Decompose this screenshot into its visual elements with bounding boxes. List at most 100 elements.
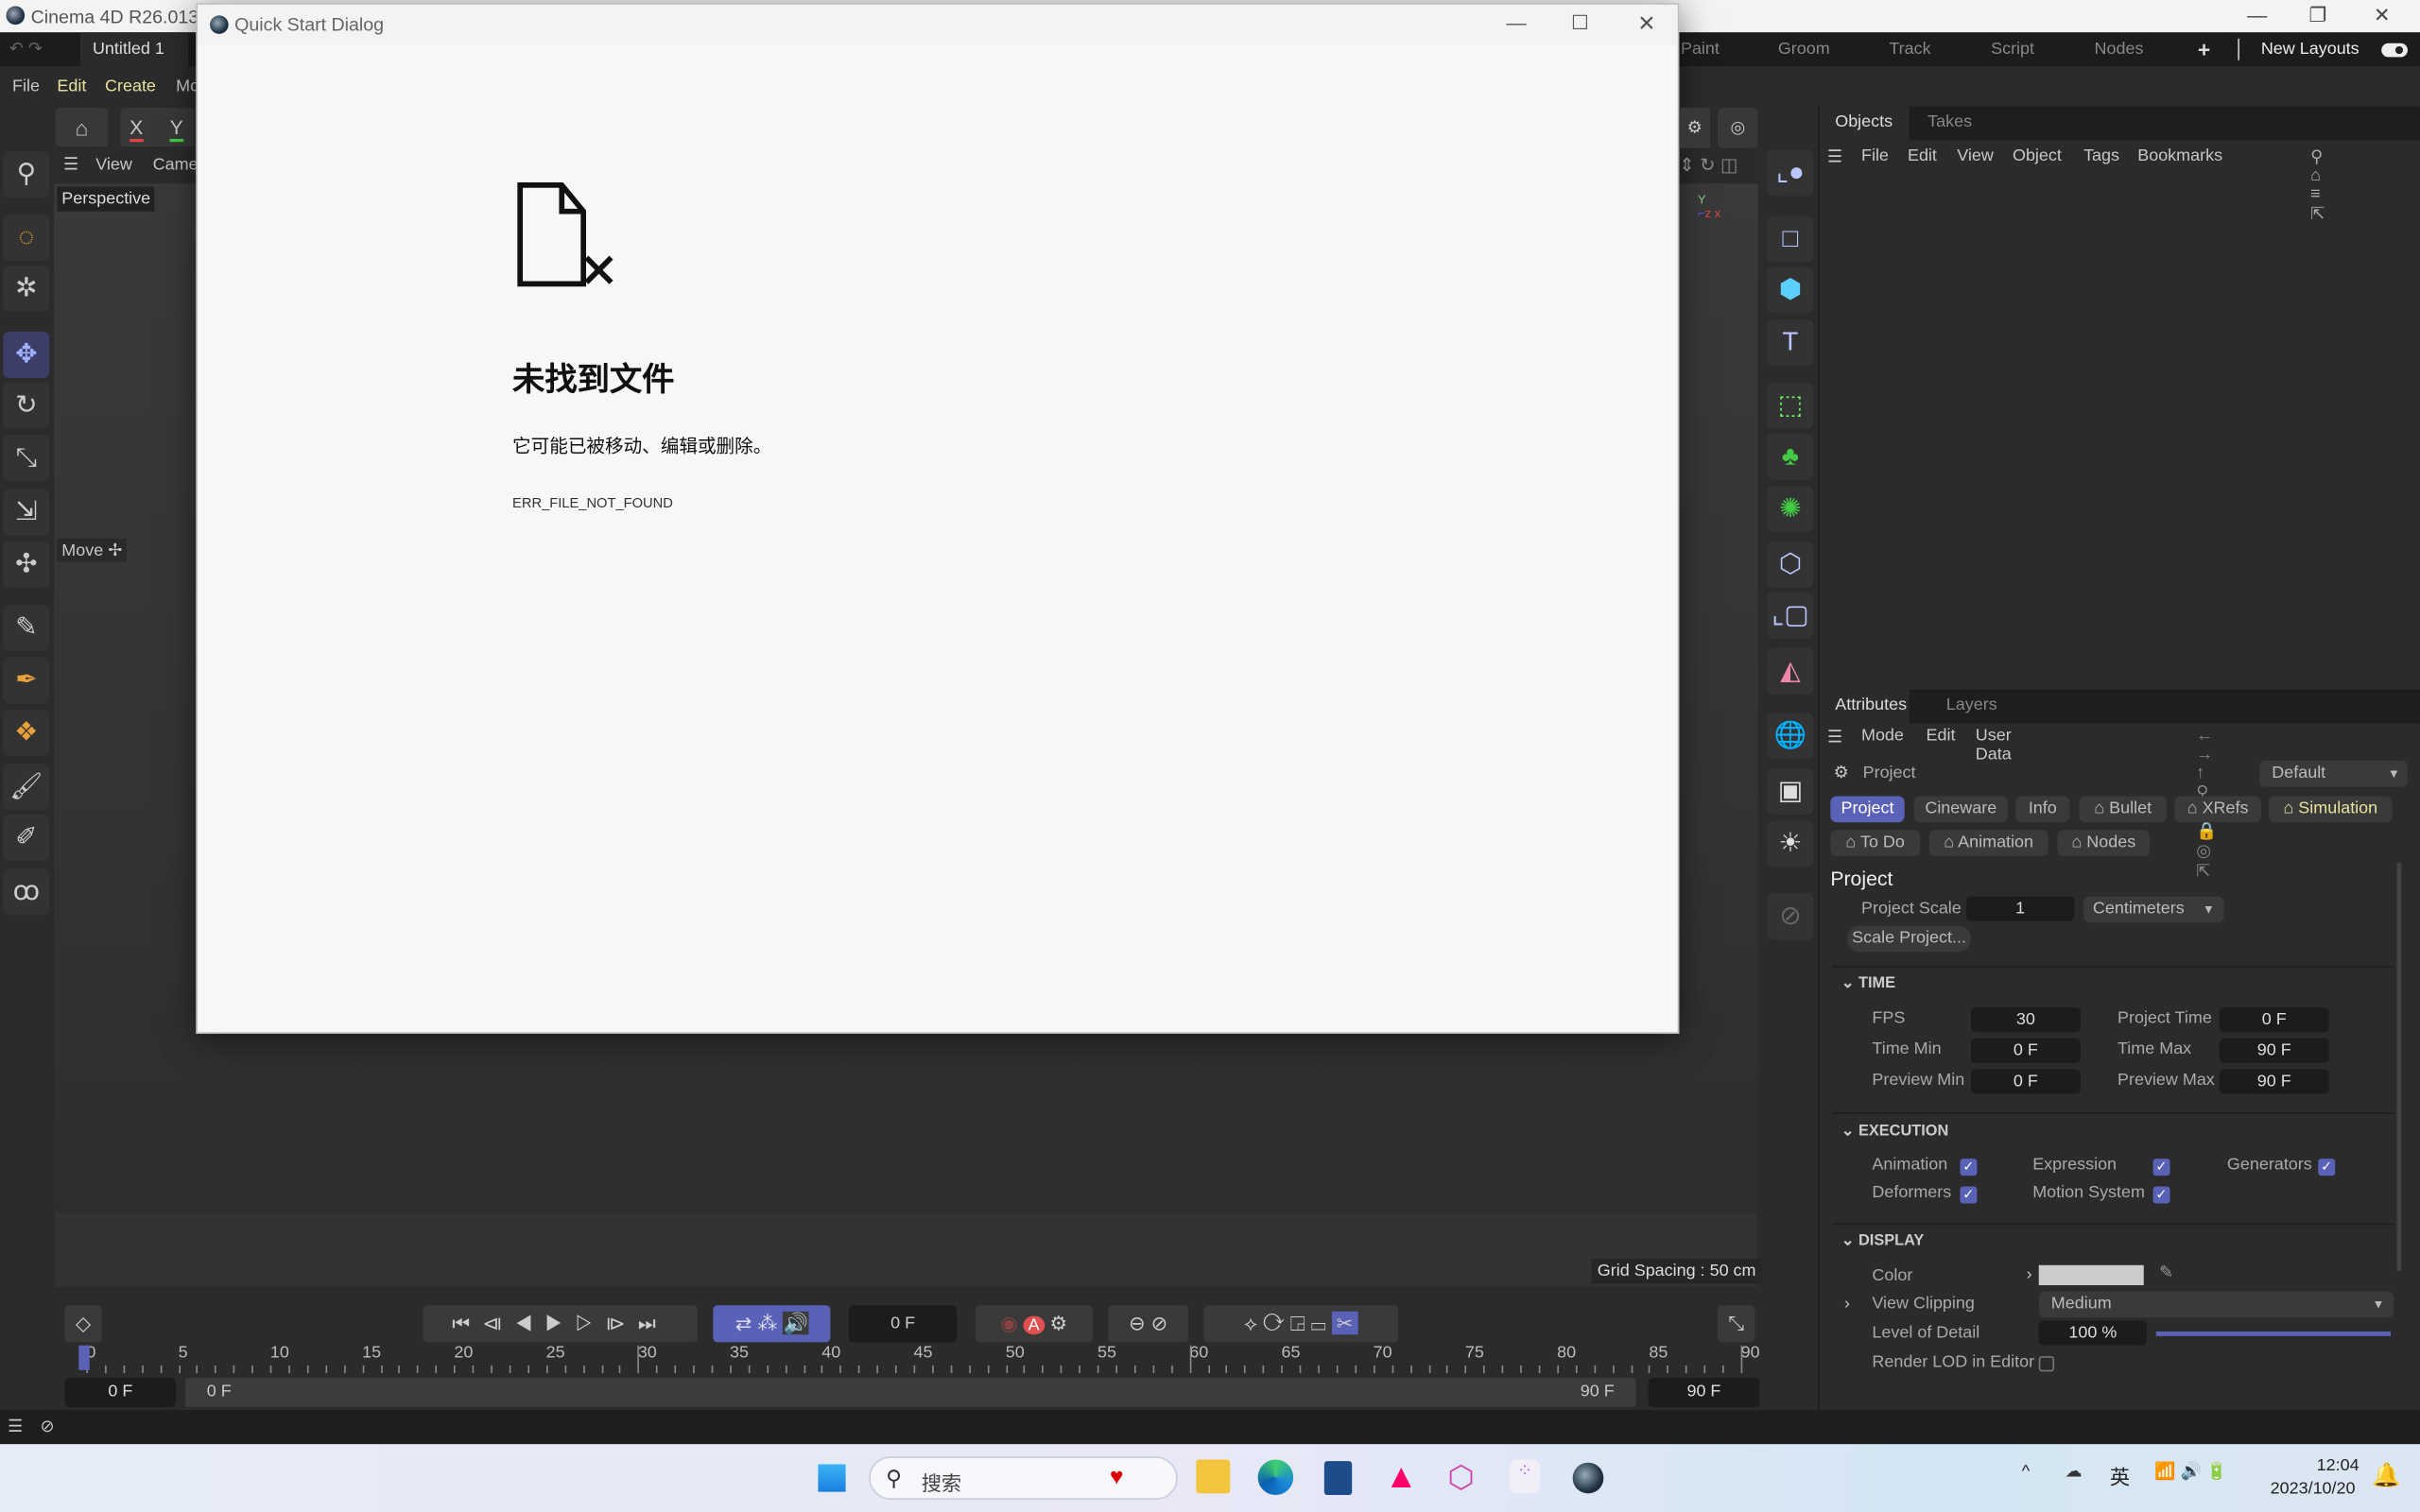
objects-menu-edit[interactable]: Edit <box>1908 146 1937 165</box>
transfer-icon[interactable]: ⇲ <box>3 489 50 536</box>
scale-project-button[interactable]: Scale Project... <box>1847 925 1971 953</box>
app-a-icon[interactable]: ▲ <box>1384 1459 1418 1493</box>
menu-file[interactable]: File <box>12 77 40 96</box>
environment-icon[interactable]: 🌐 <box>1767 713 1814 760</box>
chip-project[interactable]: Project <box>1830 796 1905 823</box>
primitive-icon[interactable]: ❖ <box>3 710 50 756</box>
display-section-toggle[interactable]: ⌄ DISPLAY <box>1841 1232 1925 1249</box>
record-controls[interactable]: ◉ A ⚙ <box>975 1305 1093 1343</box>
new-layouts-toggle[interactable] <box>2381 43 2408 58</box>
viewport-nav-icons[interactable]: ⇕ ↻ ◫ <box>1679 154 1737 176</box>
time-max-input[interactable]: 90 F <box>2219 1038 2329 1063</box>
units-dropdown[interactable]: Centimeters ▼ <box>2083 896 2224 923</box>
attributes-menu-edit[interactable]: Edit <box>1927 727 1956 746</box>
wifi-icon[interactable]: 📶 🔊 🔋 <box>2154 1461 2227 1482</box>
clock-date[interactable]: 2023/10/20 <box>2271 1480 2356 1499</box>
timeline-expand-icon[interactable]: ⤡ <box>1718 1305 1755 1343</box>
view-clipping-dropdown[interactable]: Medium ▼ <box>2038 1291 2394 1318</box>
tweak-icon[interactable]: ✲ <box>3 265 50 312</box>
playback-controls[interactable]: ⏮⧏◀▶▷⧐⏭ <box>423 1305 698 1343</box>
effector-icon[interactable]: ✺ <box>1767 486 1814 533</box>
tab-attributes[interactable]: Attributes <box>1835 696 1907 714</box>
tray-expand-icon[interactable]: ^ <box>2022 1463 2030 1482</box>
preview-max-input[interactable]: 90 F <box>2219 1069 2329 1094</box>
y-axis-toggle[interactable]: Y <box>169 115 183 143</box>
view-clipping-expand-icon[interactable]: › <box>1844 1295 1850 1314</box>
ime-indicator[interactable]: 英 <box>2110 1461 2130 1490</box>
store-icon[interactable] <box>1323 1461 1353 1496</box>
chip-cineware[interactable]: Cineware <box>1913 796 2009 823</box>
add-layout-button[interactable]: + <box>2198 37 2210 61</box>
color-expand-icon[interactable]: › <box>2027 1265 2032 1284</box>
motion-system-checkbox[interactable]: ✓ <box>2152 1186 2170 1204</box>
deformer-icon[interactable]: ⌞▢ <box>1767 592 1814 639</box>
status-menu-icon[interactable]: ☰ <box>8 1417 23 1436</box>
render-lod-checkbox[interactable] <box>2038 1356 2055 1372</box>
project-scale-input[interactable]: 1 <box>1966 896 2075 921</box>
attributes-menu-userdata[interactable]: User Data <box>1976 727 2012 764</box>
restore-button[interactable]: ❐ <box>2308 3 2326 27</box>
objects-menu-tags[interactable]: Tags <box>2083 146 2119 165</box>
taskbar-search[interactable]: ⚲ 搜索 ♥ <box>869 1456 1178 1500</box>
animation-checkbox[interactable]: ✓ <box>1960 1159 1978 1177</box>
objects-menu-object[interactable]: Object <box>2013 146 2062 165</box>
text-icon[interactable]: T <box>1767 318 1814 366</box>
camera-icon[interactable]: ▣ <box>1767 768 1814 816</box>
objects-menu-bookmarks[interactable]: Bookmarks <box>2137 146 2222 165</box>
close-button[interactable]: ✕ <box>2374 3 2391 27</box>
chip-todo[interactable]: ⌂ To Do <box>1830 830 1921 857</box>
expression-checkbox[interactable]: ✓ <box>2152 1159 2170 1177</box>
layout-script[interactable]: Script <box>1991 40 2034 59</box>
spline-pen-icon[interactable]: ✎ <box>3 605 50 651</box>
layout-nodes[interactable]: Nodes <box>2095 40 2144 59</box>
subdivision-icon[interactable]: ⬚ <box>1767 382 1814 429</box>
layout-paint[interactable]: Paint <box>1681 40 1720 59</box>
time-section-toggle[interactable]: ⌄ TIME <box>1841 975 1895 992</box>
lod-input[interactable]: 100 % <box>2038 1320 2148 1346</box>
current-frame-field[interactable]: 0 F <box>848 1305 958 1343</box>
objects-menu-icon[interactable]: ☰ <box>1827 146 1842 167</box>
generators-checkbox[interactable]: ✓ <box>2318 1159 2336 1177</box>
dialog-minimize-button[interactable]: — <box>1506 10 1526 33</box>
rotate-icon[interactable]: ↻ <box>3 382 50 429</box>
search-icon[interactable]: ⚲ <box>3 151 50 198</box>
attributes-menu-mode[interactable]: Mode <box>1861 727 1904 746</box>
null-object-icon[interactable]: ⌞● <box>1767 149 1814 197</box>
objects-menu-view[interactable]: View <box>1957 146 1994 165</box>
minimize-button[interactable]: — <box>2247 3 2267 26</box>
lod-slider[interactable] <box>2155 1331 2391 1336</box>
time-min-input[interactable]: 0 F <box>1970 1038 2081 1063</box>
edge-icon[interactable] <box>1257 1459 1294 1496</box>
live-selection-icon[interactable]: ◌ <box>3 214 50 261</box>
timeline-ruler[interactable]: 0 5 10 15 20 25 30 35 40 45 50 55 60 65 70 75 80 85 90 <box>86 1342 1760 1376</box>
cloner-icon[interactable]: ♣ <box>1767 433 1814 480</box>
timeline-end-field[interactable]: 90 F <box>1648 1377 1760 1407</box>
chip-bullet[interactable]: ⌂ Bullet <box>2079 796 2168 823</box>
preset-dropdown[interactable]: Default ▼ <box>2259 760 2408 787</box>
edit-render-icon[interactable]: ⊘ <box>1767 893 1814 940</box>
chip-simulation[interactable]: ⌂ Simulation <box>2269 796 2393 823</box>
objects-menu-file[interactable]: File <box>1861 146 1889 165</box>
light-icon[interactable]: ☀ <box>1767 820 1814 868</box>
layout-track[interactable]: Track <box>1889 40 1930 59</box>
project-time-input[interactable]: 0 F <box>2219 1007 2329 1033</box>
playhead[interactable] <box>78 1345 90 1370</box>
fps-input[interactable]: 30 <box>1970 1007 2081 1033</box>
render-settings-icon[interactable]: ⚙ <box>1679 108 1710 148</box>
field-icon[interactable]: ⬡ <box>1767 541 1814 589</box>
color-swatch[interactable] <box>2038 1264 2144 1285</box>
viewport-menu-icon[interactable]: ☰ <box>63 154 78 175</box>
viewport-menu-view[interactable]: View <box>95 156 132 175</box>
cube-icon[interactable]: ⬢ <box>1767 266 1814 314</box>
paint-icon[interactable]: ✐ <box>3 815 50 862</box>
app-hex-icon[interactable]: ⬡ <box>1447 1458 1475 1497</box>
x-axis-toggle[interactable]: X <box>130 115 144 143</box>
timeline-start-field[interactable]: 0 F <box>64 1377 177 1407</box>
object-mode-icon[interactable]: ⌂ <box>55 108 109 148</box>
cinema4d-taskbar-icon[interactable] <box>1572 1462 1604 1494</box>
chip-info[interactable]: Info <box>2015 796 2070 823</box>
onedrive-icon[interactable]: ☁ <box>2065 1461 2082 1482</box>
chip-nodes[interactable]: ⌂ Nodes <box>2057 830 2151 857</box>
eyedropper-icon[interactable]: ✎ <box>2159 1263 2173 1282</box>
file-explorer-icon[interactable] <box>1196 1459 1231 1494</box>
